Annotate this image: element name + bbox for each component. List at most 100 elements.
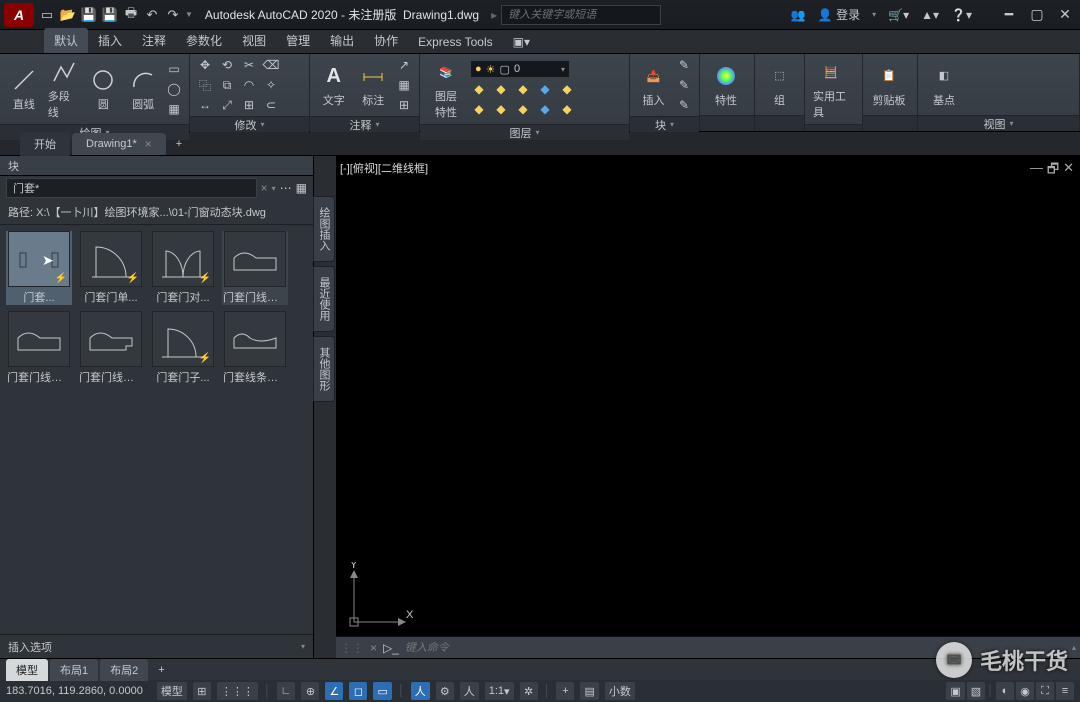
dropdown-icon[interactable]: ▾	[272, 184, 276, 193]
plot-icon[interactable]: 🖶	[122, 6, 140, 24]
transparency-toggle[interactable]: ⚙	[436, 682, 454, 700]
fillet-icon[interactable]: ◠	[240, 76, 258, 94]
osnap-toggle[interactable]: ∠	[325, 682, 343, 700]
selection-cycling[interactable]: 人	[460, 682, 479, 700]
panel-modify-title[interactable]: 修改 ▾	[190, 116, 309, 132]
anno-scale[interactable]: 1:1▾	[485, 682, 514, 700]
layer-combo[interactable]: ●☀▢0▾	[470, 60, 570, 78]
vp-close-icon[interactable]: ✕	[1063, 160, 1074, 182]
trim-icon[interactable]: ✂	[240, 56, 258, 74]
lineweight-toggle[interactable]: 人	[411, 682, 430, 700]
ortho-toggle[interactable]: ∟	[277, 682, 296, 700]
ribbon-tab-parametric[interactable]: 参数化	[176, 28, 232, 53]
group-button[interactable]: ⬚组	[761, 60, 798, 110]
block-edit-icon[interactable]: ✎	[675, 56, 693, 74]
block-item[interactable]: ⚡门套门单...	[78, 231, 144, 305]
leader-icon[interactable]: ↗	[395, 56, 413, 74]
ribbon-tab-express[interactable]: Express Tools	[408, 31, 502, 53]
utilities-button[interactable]: 🧮实用工具	[811, 56, 851, 122]
copy-icon[interactable]: ⿻	[196, 76, 214, 94]
baseview-button[interactable]: ◧基点	[924, 60, 964, 110]
layout-tab-add[interactable]: +	[150, 661, 172, 679]
cmd-close-icon[interactable]: ×	[370, 641, 377, 655]
app-store-icon[interactable]: ▲▾	[921, 8, 939, 22]
chevron-down-icon[interactable]: ▾	[301, 642, 305, 651]
lock-ui[interactable]: ▧	[967, 682, 985, 700]
open-icon[interactable]: 📂	[59, 6, 77, 24]
cmd-history-icon[interactable]: ▴	[1072, 643, 1076, 652]
doc-tab-drawing1[interactable]: Drawing1*×	[72, 133, 166, 155]
polyline-button[interactable]: 多段线	[46, 56, 82, 122]
circle-button[interactable]: 圆	[86, 64, 122, 114]
viewport-label[interactable]: [-][俯视][二维线框]	[340, 160, 428, 176]
array-icon[interactable]: ⊞	[240, 96, 258, 114]
new-tab-button[interactable]: +	[168, 134, 190, 154]
layout-tab-model[interactable]: 模型	[6, 659, 48, 681]
workspace-switch[interactable]: +	[556, 682, 574, 700]
erase-icon[interactable]: ⌫	[262, 56, 280, 74]
move-icon[interactable]: ✥	[196, 56, 214, 74]
block-item[interactable]: ⚡门套门对...	[150, 231, 216, 305]
palette-filter-input[interactable]	[6, 178, 257, 198]
help-icon[interactable]: ❔▾	[951, 8, 972, 22]
block-item[interactable]: 门套线条【...	[222, 311, 288, 385]
anno-auto[interactable]: ✲	[520, 682, 538, 700]
isolate-toggle[interactable]: ◐	[996, 682, 1014, 700]
ellipse-icon[interactable]: ◯	[165, 80, 183, 98]
login-button[interactable]: 👤 登录	[818, 6, 860, 23]
layer-icon[interactable]: ◆	[470, 80, 488, 98]
cmd-handle-icon[interactable]: ⋮⋮	[340, 641, 364, 655]
close-icon[interactable]: ×	[145, 137, 152, 151]
customize-status[interactable]: ≡	[1056, 682, 1074, 700]
clear-icon[interactable]: ×	[261, 181, 268, 195]
units-toggle[interactable]: ▤	[580, 682, 598, 700]
dynmode-toggle[interactable]: ▭	[373, 682, 391, 700]
ribbon-tab-view[interactable]: 视图	[232, 28, 276, 53]
panel-layers-title[interactable]: 图层 ▾	[420, 124, 629, 140]
block-item[interactable]: 门套门线条...	[6, 311, 72, 385]
hw-accel[interactable]: ◉	[1016, 682, 1034, 700]
saveas-icon[interactable]: 💾	[101, 6, 119, 24]
line-button[interactable]: 直线	[6, 64, 42, 114]
panel-annotate-title[interactable]: 注释 ▾	[310, 116, 419, 132]
redo-icon[interactable]: ↷	[164, 6, 182, 24]
rect-icon[interactable]: ▭	[165, 60, 183, 78]
ribbon-tab-default[interactable]: 默认	[44, 28, 88, 53]
save-icon[interactable]: 💾	[80, 6, 98, 24]
undo-icon[interactable]: ↶	[143, 6, 161, 24]
side-tab-recent[interactable]: 最近使用	[313, 266, 335, 332]
vp-restore-icon[interactable]: 🗗	[1047, 160, 1059, 182]
explode-icon[interactable]: ✧	[262, 76, 280, 94]
arc-button[interactable]: 圆弧	[125, 64, 161, 114]
modelspace-toggle[interactable]: 模型	[157, 682, 187, 700]
scale-icon[interactable]: ⤢	[218, 96, 236, 114]
new-icon[interactable]: ▭	[38, 6, 56, 24]
rotate-icon[interactable]: ⟲	[218, 56, 236, 74]
panel-view-title[interactable]: 视图 ▾	[918, 115, 1079, 131]
browse-icon[interactable]: ⋯	[280, 181, 292, 195]
dimension-button[interactable]: 标注	[356, 60, 392, 110]
properties-button[interactable]: 特性	[706, 60, 746, 110]
exchange-icon[interactable]: 🛒▾	[888, 8, 909, 22]
ribbon-tab-output[interactable]: 输出	[320, 28, 364, 53]
doc-tab-start[interactable]: 开始	[20, 132, 70, 156]
insert-block-button[interactable]: 📥插入	[636, 60, 671, 110]
block-item[interactable]: 门套门线条...	[78, 311, 144, 385]
search-input[interactable]: 键入关键字或短语	[501, 5, 661, 25]
app-logo[interactable]: A	[4, 3, 34, 27]
hatch-icon[interactable]: ▦	[165, 100, 183, 118]
maximize-button[interactable]: ▢	[1026, 6, 1048, 24]
side-tab-insert[interactable]: 绘图插入	[313, 196, 335, 262]
polar-toggle[interactable]: ⊕	[301, 682, 319, 700]
drawing-canvas[interactable]: [-][俯视][二维线框] — 🗗 ✕ YX ⋮⋮ × ▷_ ▴	[336, 156, 1080, 658]
mtext-icon[interactable]: ⊞	[395, 96, 413, 114]
block-item[interactable]: ⚡门套...	[6, 231, 72, 305]
palette-footer[interactable]: 插入选项▾	[0, 634, 313, 658]
table-icon[interactable]: ▦	[395, 76, 413, 94]
otrack-toggle[interactable]: ◻	[349, 682, 367, 700]
ribbon-tab-manage[interactable]: 管理	[276, 28, 320, 53]
ribbon-tab-more[interactable]: ▣▾	[503, 31, 540, 53]
vp-minimize-icon[interactable]: —	[1030, 160, 1043, 182]
side-tab-other[interactable]: 其他图形	[313, 336, 335, 402]
mirror-icon[interactable]: ⧉	[218, 76, 236, 94]
